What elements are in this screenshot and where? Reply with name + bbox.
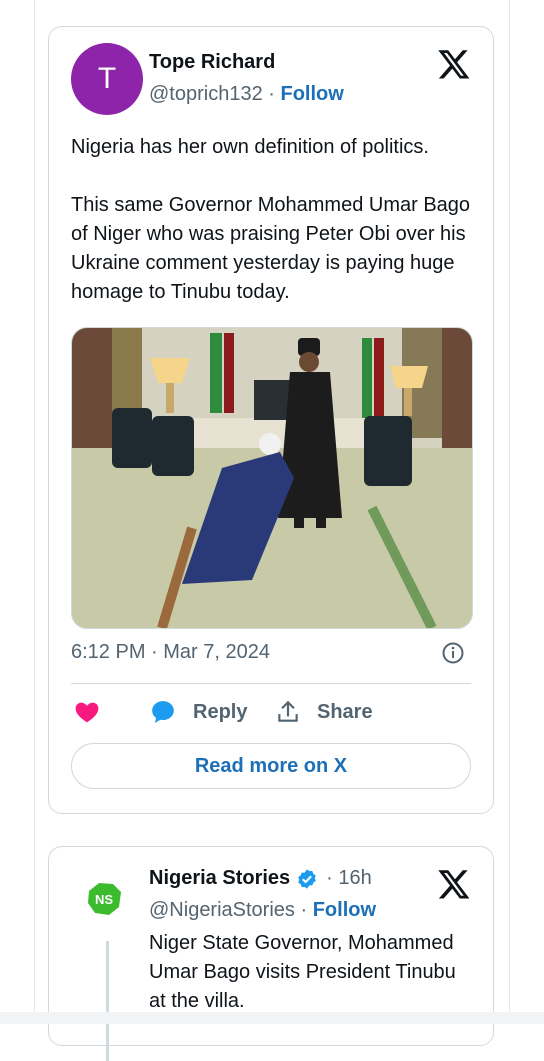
x-logo-icon[interactable] bbox=[437, 47, 471, 81]
tweet-text: Nigeria has her own definition of politi… bbox=[71, 136, 471, 303]
follow-button[interactable]: Follow bbox=[280, 83, 343, 105]
author-name-row: Nigeria Stories · 16h bbox=[149, 867, 372, 890]
read-more-on-x-button[interactable]: Read more on X bbox=[71, 743, 471, 789]
author-handle-row: @toprich132 · Follow bbox=[149, 83, 344, 106]
avatar[interactable]: T bbox=[71, 43, 143, 115]
reply-button[interactable]: Reply bbox=[149, 699, 247, 725]
nigeria-stories-logo-icon[interactable]: NS bbox=[83, 877, 127, 921]
page-gutter-left bbox=[34, 0, 35, 1024]
tweet-time[interactable]: · 16h bbox=[326, 867, 372, 890]
info-icon[interactable] bbox=[441, 641, 465, 665]
avatar-letter: T bbox=[97, 62, 117, 95]
x-logo-icon[interactable] bbox=[437, 867, 471, 901]
thread-line bbox=[106, 941, 109, 1061]
like-button[interactable] bbox=[73, 699, 117, 725]
share-icon bbox=[278, 700, 298, 722]
bottom-shade bbox=[0, 1012, 544, 1024]
author-handle-row: @NigeriaStories · Follow bbox=[149, 899, 376, 922]
svg-text:NS: NS bbox=[95, 892, 113, 907]
author-name[interactable]: Nigeria Stories bbox=[149, 867, 290, 890]
tweet-card-tope-richard: T Tope Richard @toprich132 · Follow Nige… bbox=[48, 26, 494, 814]
reply-bubble-icon bbox=[152, 701, 174, 723]
tweet-timestamp[interactable]: 6:12 PM · Mar 7, 2024 bbox=[71, 641, 270, 664]
verified-badge-icon bbox=[298, 868, 316, 889]
follow-button[interactable]: Follow bbox=[313, 899, 376, 921]
share-label: Share bbox=[317, 700, 373, 723]
heart-icon bbox=[75, 702, 99, 723]
photo-illustration bbox=[72, 328, 472, 628]
author-handle[interactable]: @NigeriaStories bbox=[149, 899, 295, 921]
handle-separator: · bbox=[262, 83, 281, 105]
handle-separator: · bbox=[294, 899, 313, 921]
author-handle[interactable]: @toprich132 bbox=[149, 83, 263, 105]
reply-label: Reply bbox=[193, 700, 248, 723]
page-gutter-right bbox=[509, 0, 510, 1024]
tweet-photo[interactable] bbox=[71, 327, 473, 629]
divider bbox=[71, 683, 471, 684]
tweet-text: Niger State Governor, Mohammed Umar Bago… bbox=[149, 932, 456, 1012]
author-name[interactable]: Tope Richard bbox=[149, 51, 275, 74]
share-button[interactable]: Share bbox=[275, 699, 373, 725]
